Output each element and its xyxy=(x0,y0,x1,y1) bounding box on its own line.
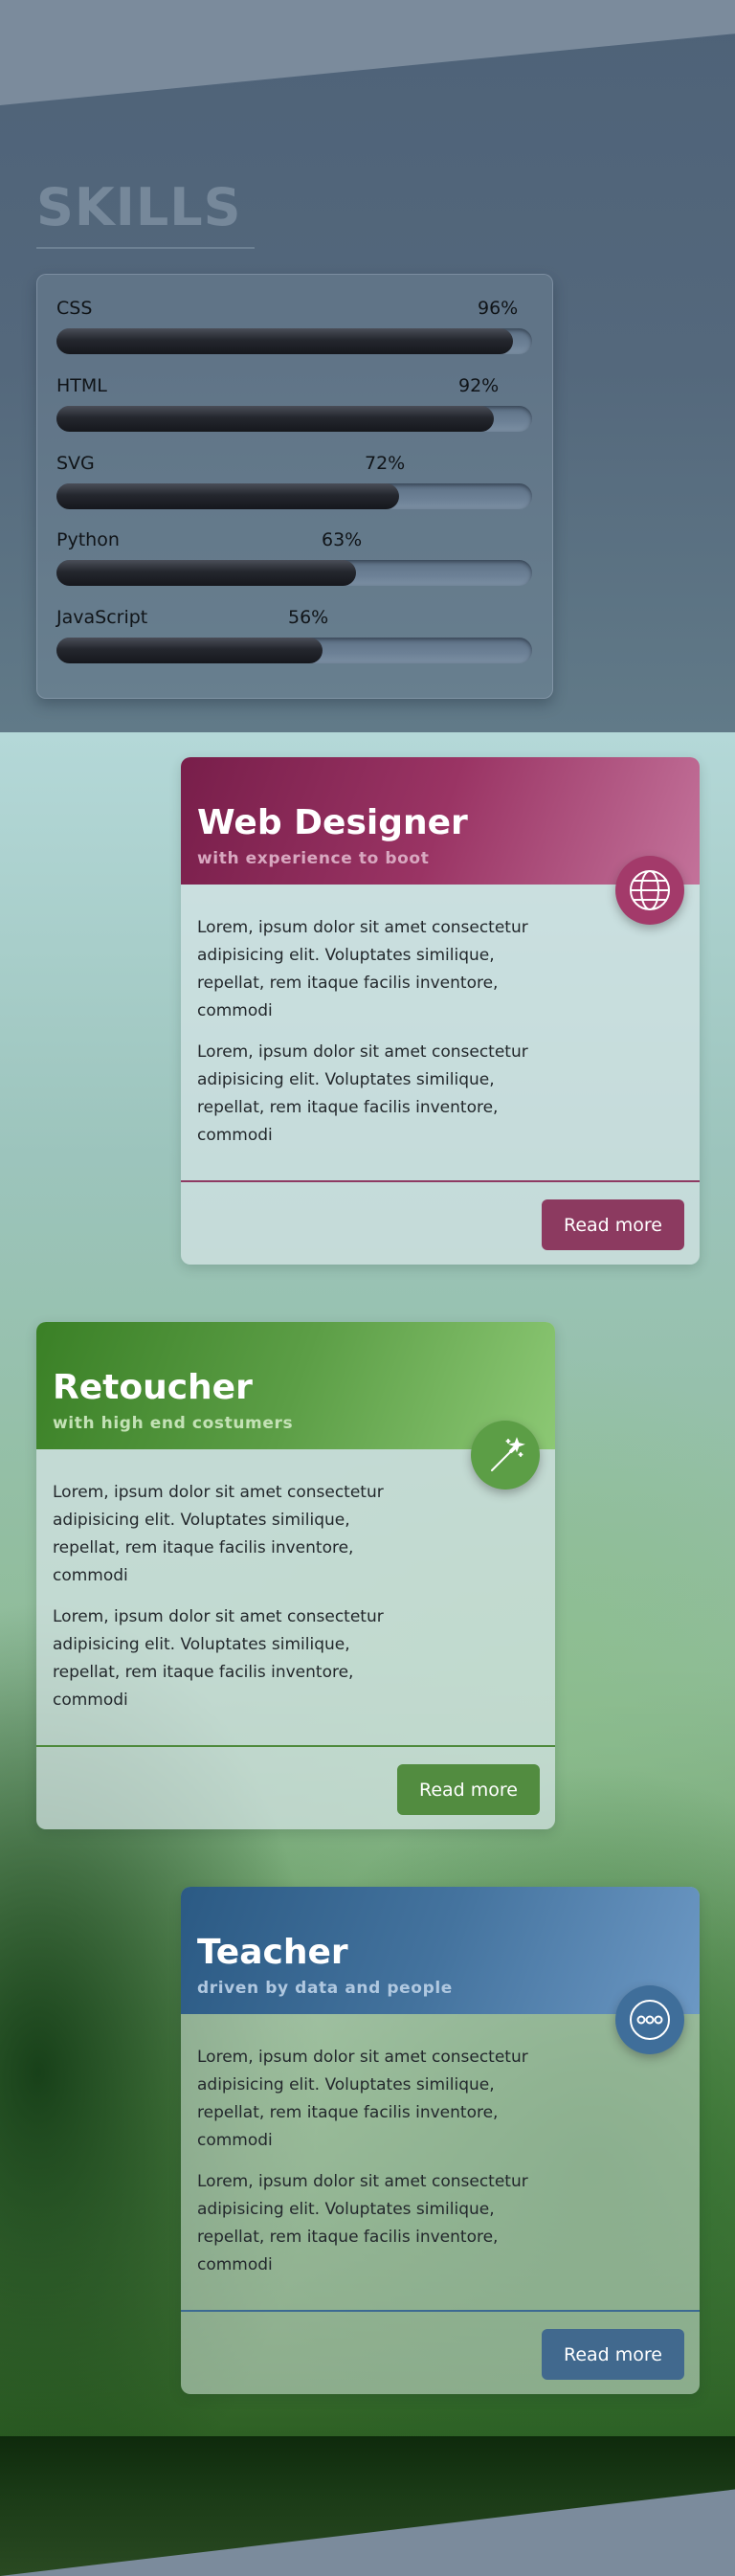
more-dots-icon xyxy=(615,1985,684,2054)
skill-percent: 92% xyxy=(458,375,500,396)
skill-bar-track xyxy=(56,328,532,354)
skills-card: CSS 96% HTML 92% SVG 72% Python 63% Java… xyxy=(36,274,553,699)
card-divider xyxy=(36,1745,555,1747)
skill-name: HTML xyxy=(56,375,107,396)
card-subtitle: driven by data and people xyxy=(197,1979,453,1998)
skill-bar-fill xyxy=(56,638,323,663)
card-paragraph: Lorem, ipsum dolor sit amet consectetur … xyxy=(53,1483,384,1585)
skill-percent: 72% xyxy=(365,453,406,474)
card-title: Retoucher xyxy=(53,1368,253,1407)
skill-row-svg: SVG 72% xyxy=(56,453,532,522)
card-web-designer: Web Designer with experience to boot Lor… xyxy=(181,757,700,1265)
card-retoucher: Retoucher with high end costumers Lorem,… xyxy=(36,1322,555,1829)
read-more-button[interactable]: Read more xyxy=(542,1199,684,1250)
card-divider xyxy=(181,2310,700,2312)
skill-bar-track xyxy=(56,638,532,663)
skill-bar-track xyxy=(56,483,532,509)
card-paragraph: Lorem, ipsum dolor sit amet consectetur … xyxy=(197,2172,528,2274)
read-more-button[interactable]: Read more xyxy=(542,2329,684,2380)
skills-section: SKILLS CSS 96% HTML 92% SVG 72% Python 6… xyxy=(0,0,735,732)
skill-percent: 63% xyxy=(322,529,363,550)
skill-bar-fill xyxy=(56,560,357,586)
card-paragraph: Lorem, ipsum dolor sit amet consectetur … xyxy=(197,2048,528,2150)
skill-bar-fill xyxy=(56,483,399,509)
card-body: Lorem, ipsum dolor sit amet consectetur … xyxy=(197,914,561,1163)
skills-title: SKILLS xyxy=(36,177,242,237)
skill-row-css: CSS 96% xyxy=(56,298,532,367)
card-subtitle: with experience to boot xyxy=(197,849,430,868)
skill-row-python: Python 63% xyxy=(56,529,532,598)
card-header: Teacher driven by data and people xyxy=(181,1887,700,2014)
skill-bar-fill xyxy=(56,406,495,432)
skills-title-underline xyxy=(36,247,255,249)
skill-name: SVG xyxy=(56,453,95,474)
magic-wand-icon xyxy=(471,1421,540,1490)
skill-percent: 96% xyxy=(478,298,519,319)
card-title: Teacher xyxy=(197,1933,348,1972)
skill-name: CSS xyxy=(56,298,93,319)
card-teacher: Teacher driven by data and people Lorem,… xyxy=(181,1887,700,2394)
card-divider xyxy=(181,1180,700,1182)
card-header: Web Designer with experience to boot xyxy=(181,757,700,885)
skill-bar-track xyxy=(56,560,532,586)
card-body: Lorem, ipsum dolor sit amet consectetur … xyxy=(53,1479,416,1728)
read-more-button[interactable]: Read more xyxy=(397,1764,540,1815)
skill-name: JavaScript xyxy=(56,607,148,628)
card-body: Lorem, ipsum dolor sit amet consectetur … xyxy=(197,2044,561,2293)
card-title: Web Designer xyxy=(197,803,468,842)
card-header: Retoucher with high end costumers xyxy=(36,1322,555,1449)
skill-name: Python xyxy=(56,529,120,550)
card-subtitle: with high end costumers xyxy=(53,1414,294,1433)
skill-row-html: HTML 92% xyxy=(56,375,532,444)
skill-percent: 56% xyxy=(288,607,329,628)
card-paragraph: Lorem, ipsum dolor sit amet consectetur … xyxy=(197,918,528,1020)
top-slant-decoration xyxy=(0,0,735,105)
card-paragraph: Lorem, ipsum dolor sit amet consectetur … xyxy=(53,1607,384,1710)
skill-bar-track xyxy=(56,406,532,432)
skill-bar-fill xyxy=(56,328,514,354)
globe-icon xyxy=(615,856,684,925)
skill-row-javascript: JavaScript 56% xyxy=(56,607,532,676)
card-paragraph: Lorem, ipsum dolor sit amet consectetur … xyxy=(197,1042,528,1145)
